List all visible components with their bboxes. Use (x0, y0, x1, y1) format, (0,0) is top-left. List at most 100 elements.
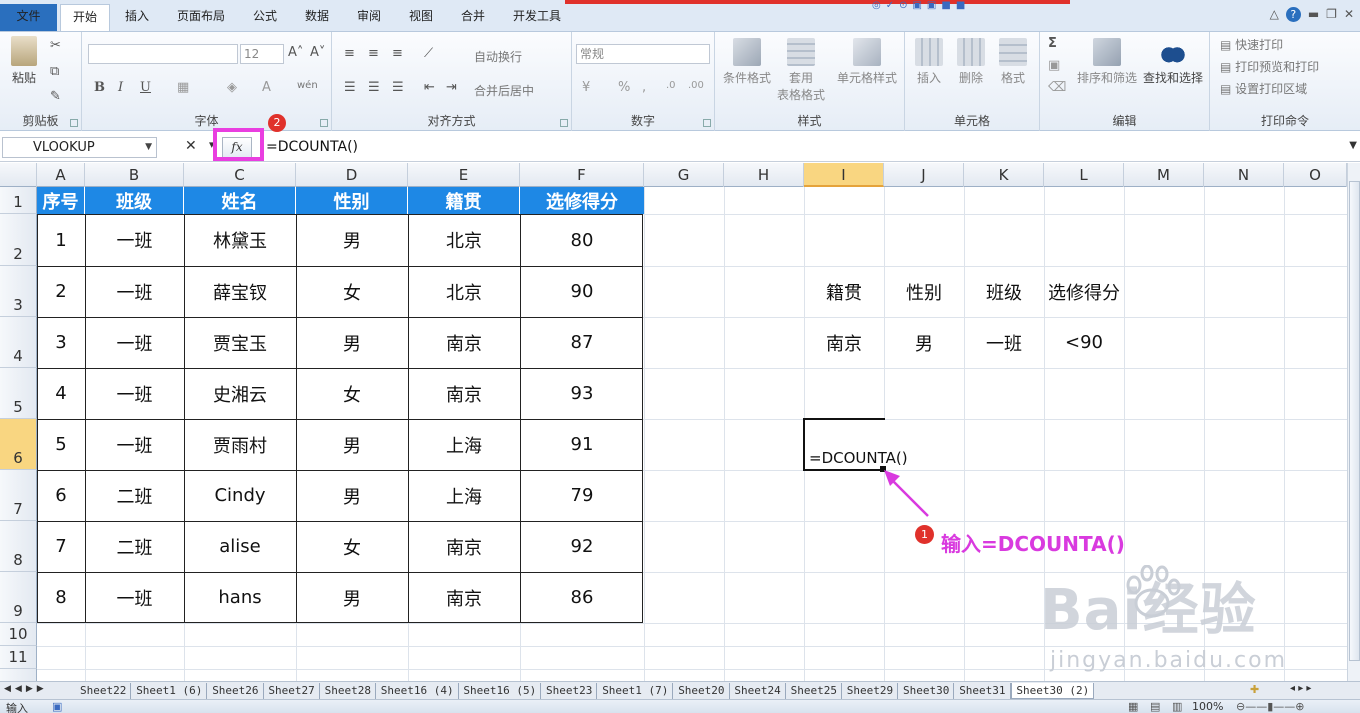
table-cell-name[interactable]: 贾宝玉 (184, 317, 296, 368)
column-header-c[interactable]: C (184, 163, 296, 187)
criteria-value-score[interactable]: <90 (1044, 317, 1124, 368)
paste-button[interactable]: 粘贴 (6, 36, 42, 86)
table-cell-gender[interactable]: 男 (296, 470, 408, 521)
align-center-icon[interactable]: ☰ (368, 80, 380, 95)
column-header-o[interactable]: O (1284, 163, 1347, 187)
increase-indent-icon[interactable]: ⇥ (446, 80, 457, 95)
decrease-decimal-icon[interactable]: .00 (688, 80, 704, 91)
percent-icon[interactable]: % (618, 80, 630, 95)
criteria-header-gender[interactable]: 性别 (884, 266, 964, 317)
number-format-select[interactable]: 常规 (576, 44, 710, 64)
header-cell-score[interactable]: 选修得分 (520, 187, 644, 214)
table-cell-origin[interactable]: 南京 (408, 521, 520, 572)
column-header-n[interactable]: N (1204, 163, 1284, 187)
zoom-level[interactable]: 100% (1192, 700, 1223, 713)
currency-icon[interactable]: ¥ (582, 80, 590, 95)
header-cell-origin[interactable]: 籍贯 (408, 187, 520, 214)
table-cell-score[interactable]: 79 (520, 470, 644, 521)
tab-insert[interactable]: 插入 (115, 4, 159, 31)
column-header-l[interactable]: L (1044, 163, 1124, 187)
insert-cells-button[interactable]: 插入 (909, 38, 949, 86)
row-header-9[interactable]: 9 (0, 572, 37, 623)
table-cell-origin[interactable]: 上海 (408, 419, 520, 470)
sheet-tab[interactable]: Sheet1 (7) (598, 683, 674, 699)
column-header-m[interactable]: M (1124, 163, 1204, 187)
sheet-nav-arrows[interactable]: ◀◀▶▶ (4, 684, 48, 694)
table-cell-seq[interactable]: 2 (37, 266, 85, 317)
font-shrink-icon[interactable]: A˅ (310, 45, 325, 60)
number-launcher-icon[interactable] (703, 119, 711, 127)
row-header-3[interactable]: 3 (0, 266, 37, 317)
criteria-header-class[interactable]: 班级 (964, 266, 1044, 317)
row-header-5[interactable]: 5 (0, 368, 37, 419)
help-icon[interactable]: ? (1285, 7, 1301, 22)
tab-data[interactable]: 数据 (295, 4, 339, 31)
table-cell-name[interactable]: Cindy (184, 470, 296, 521)
sheet-tab[interactable]: Sheet16 (5) (459, 683, 542, 699)
table-cell-gender[interactable]: 男 (296, 419, 408, 470)
align-left-icon[interactable]: ☰ (344, 80, 356, 95)
column-header-a[interactable]: A (37, 163, 85, 187)
table-cell-class[interactable]: 一班 (85, 317, 184, 368)
name-box[interactable]: VLOOKUP ▼ (2, 137, 157, 158)
decrease-indent-icon[interactable]: ⇤ (424, 80, 435, 95)
sheet-tab[interactable]: Sheet27 (264, 683, 320, 699)
insert-sheet-icon[interactable]: ✚ (1250, 683, 1259, 696)
row-header-6[interactable]: 6 (0, 419, 37, 470)
table-cell-gender[interactable]: 女 (296, 521, 408, 572)
table-cell-score[interactable]: 93 (520, 368, 644, 419)
font-grow-icon[interactable]: A˄ (288, 45, 303, 60)
active-cell-i6[interactable]: =DCOUNTA() (803, 418, 908, 471)
column-header-h[interactable]: H (724, 163, 804, 187)
row-header-10[interactable]: 10 (0, 623, 37, 646)
table-cell-seq[interactable]: 6 (37, 470, 85, 521)
column-header-j[interactable]: J (884, 163, 964, 187)
table-cell-gender[interactable]: 男 (296, 572, 408, 623)
fill-icon[interactable]: ▣ (1048, 58, 1060, 73)
restore-icon[interactable]: ❐ (1326, 7, 1337, 22)
tab-view[interactable]: 视图 (399, 4, 443, 31)
table-cell-class[interactable]: 一班 (85, 214, 184, 266)
sheet-tab[interactable]: Sheet26 (208, 683, 264, 699)
cut-icon[interactable]: ✂ (50, 38, 61, 53)
merge-center-button[interactable]: 合并后居中 (474, 82, 534, 99)
sheet-tab[interactable]: Sheet25 (787, 683, 842, 699)
criteria-value-gender[interactable]: 男 (884, 317, 964, 368)
scrollbar-thumb[interactable] (1349, 181, 1360, 661)
tab-formulas[interactable]: 公式 (243, 4, 287, 31)
table-cell-score[interactable]: 86 (520, 572, 644, 623)
sheet-tab[interactable]: Sheet24 (730, 683, 786, 699)
close-icon[interactable]: ✕ (1344, 7, 1354, 22)
table-cell-origin[interactable]: 北京 (408, 214, 520, 266)
row-header-4[interactable]: 4 (0, 317, 37, 368)
sheet-tab[interactable]: Sheet30 (899, 683, 955, 699)
table-cell-origin[interactable]: 南京 (408, 368, 520, 419)
tab-review[interactable]: 审阅 (347, 4, 391, 31)
row-header-2[interactable]: 2 (0, 214, 37, 266)
table-cell-seq[interactable]: 4 (37, 368, 85, 419)
table-cell-origin[interactable]: 上海 (408, 470, 520, 521)
sheet-tab[interactable]: Sheet29 (843, 683, 899, 699)
font-size-select[interactable]: 12 (240, 44, 284, 64)
sheet-tab[interactable]: Sheet20 (674, 683, 730, 699)
cancel-icon[interactable]: ✕ (185, 138, 197, 154)
row-header-12-partial[interactable] (0, 669, 37, 681)
select-all-corner[interactable] (0, 163, 37, 187)
view-pagebreak-icon[interactable]: ▥ (1172, 700, 1182, 713)
criteria-header-score[interactable]: 选修得分 (1044, 266, 1124, 317)
wrap-text-button[interactable]: 自动换行 (474, 48, 522, 65)
sheet-tab[interactable]: Sheet23 (542, 683, 598, 699)
align-bottom-icon[interactable]: ≡ (392, 46, 403, 61)
table-cell-class[interactable]: 一班 (85, 368, 184, 419)
header-cell-class[interactable]: 班级 (85, 187, 184, 214)
tab-developer[interactable]: 开发工具 (505, 4, 569, 31)
table-cell-name[interactable]: alise (184, 521, 296, 572)
table-cell-score[interactable]: 91 (520, 419, 644, 470)
table-cell-origin[interactable]: 北京 (408, 266, 520, 317)
table-cell-seq[interactable]: 7 (37, 521, 85, 572)
table-cell-class[interactable]: 一班 (85, 572, 184, 623)
column-header-b[interactable]: B (85, 163, 184, 187)
format-cells-button[interactable]: 格式 (993, 38, 1033, 86)
font-launcher-icon[interactable] (320, 119, 328, 127)
align-top-icon[interactable]: ≡ (344, 46, 355, 61)
